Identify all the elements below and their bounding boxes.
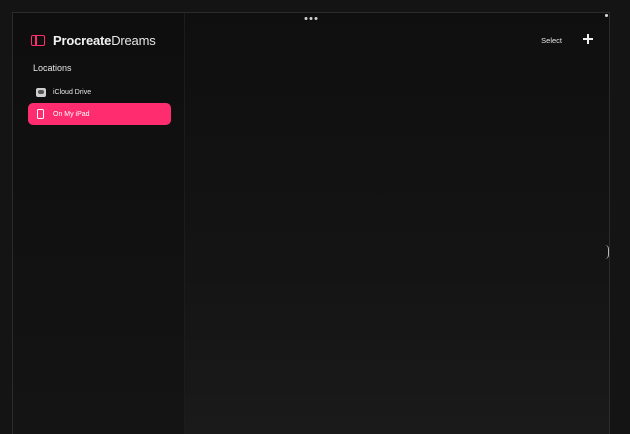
cloud-drive-icon	[36, 87, 46, 97]
app-logo: ProcreateDreams	[53, 33, 156, 48]
brand-header: ProcreateDreams	[31, 33, 156, 48]
sidebar-toggle-icon[interactable]	[31, 35, 45, 46]
logo-light-text: Dreams	[111, 33, 156, 48]
select-button[interactable]: Select	[541, 36, 562, 45]
app-screen: ProcreateDreams Locations iCloud Drive O…	[12, 12, 610, 434]
file-browser-area: Select	[185, 13, 609, 434]
location-item-icloud-drive[interactable]: iCloud Drive	[28, 81, 171, 103]
plus-icon[interactable]	[583, 34, 593, 44]
locations-heading: Locations	[33, 63, 72, 73]
location-item-on-my-ipad[interactable]: On My iPad	[28, 103, 171, 125]
ipad-icon	[37, 109, 44, 119]
location-label: iCloud Drive	[53, 88, 92, 96]
sidebar: ProcreateDreams Locations iCloud Drive O…	[13, 13, 185, 434]
location-label: On My iPad	[53, 110, 90, 118]
device-frame: ProcreateDreams Locations iCloud Drive O…	[0, 0, 630, 434]
edge-handle-icon	[605, 245, 609, 259]
logo-bold-text: Procreate	[53, 33, 112, 48]
